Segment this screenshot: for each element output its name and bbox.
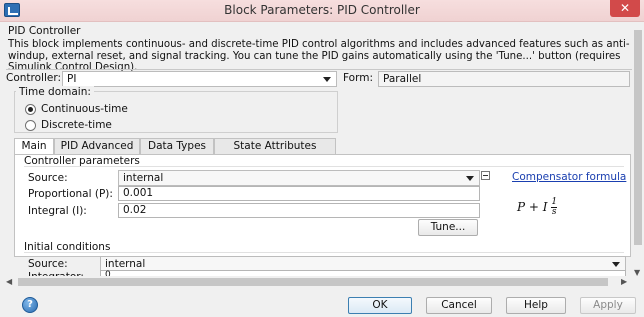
- discrete-time-label: Discrete-time: [41, 119, 112, 131]
- scroll-left-icon[interactable]: ◀: [6, 277, 12, 286]
- compensator-formula: P + I 1 s: [517, 197, 558, 217]
- horizontal-scrollbar[interactable]: ◀ ▶: [4, 276, 632, 288]
- source-label: Source:: [28, 172, 68, 184]
- formula-lhs: P + I: [517, 200, 548, 214]
- controller-parameters-divider: [24, 166, 624, 167]
- cancel-button[interactable]: Cancel: [426, 297, 492, 314]
- form-label: Form:: [343, 72, 373, 84]
- help-button[interactable]: Help: [506, 297, 566, 314]
- ic-source-value: internal: [105, 258, 146, 270]
- scroll-right-icon[interactable]: ▶: [621, 277, 627, 286]
- vertical-scrollbar[interactable]: ▼: [632, 25, 644, 277]
- formula-denominator: s: [551, 207, 558, 217]
- controller-select[interactable]: PI: [62, 71, 337, 87]
- vertical-scroll-thumb[interactable]: [634, 30, 642, 245]
- tab-state-attributes[interactable]: State Attributes: [214, 138, 336, 154]
- source-select[interactable]: internal: [118, 170, 480, 186]
- controller-label: Controller:: [6, 72, 62, 84]
- horizontal-scroll-thumb[interactable]: [18, 278, 608, 286]
- ok-button[interactable]: OK: [348, 297, 412, 314]
- tab-pid-advanced[interactable]: PID Advanced: [54, 138, 140, 154]
- continuous-time-radio[interactable]: [25, 104, 36, 115]
- chevron-down-icon: [323, 77, 331, 82]
- formula-fraction: 1 s: [551, 197, 558, 217]
- integral-label: Integral (I):: [28, 205, 87, 217]
- continuous-time-label: Continuous-time: [41, 103, 128, 115]
- proportional-label: Proportional (P):: [28, 188, 113, 200]
- chevron-down-icon: [466, 176, 474, 181]
- form-value: Parallel: [383, 73, 422, 85]
- tab-data-types[interactable]: Data Types: [140, 138, 214, 154]
- tune-button[interactable]: Tune...: [418, 219, 478, 236]
- initial-conditions-divider: [24, 252, 624, 253]
- header-divider: [6, 69, 632, 70]
- compensator-formula-link[interactable]: Compensator formula: [512, 171, 626, 183]
- chevron-down-icon: [612, 262, 620, 267]
- proportional-input[interactable]: 0.001: [118, 186, 480, 201]
- help-icon[interactable]: ?: [22, 297, 38, 313]
- form-select[interactable]: Parallel: [378, 71, 630, 87]
- controller-value: PI: [67, 73, 77, 85]
- time-domain-title: Time domain:: [16, 86, 94, 98]
- source-value: internal: [123, 172, 164, 184]
- block-name: PID Controller: [8, 25, 81, 37]
- tab-main[interactable]: Main: [14, 138, 54, 155]
- discrete-time-radio[interactable]: [25, 120, 36, 131]
- collapse-icon[interactable]: [481, 171, 490, 180]
- formula-numerator: 1: [551, 197, 558, 207]
- close-button[interactable]: ✕: [610, 0, 640, 17]
- scroll-down-icon[interactable]: ▼: [634, 268, 640, 277]
- ic-source-label: Source:: [28, 258, 68, 270]
- apply-button[interactable]: Apply: [580, 297, 636, 314]
- window-title: Block Parameters: PID Controller: [224, 3, 420, 17]
- integral-input[interactable]: 0.02: [118, 203, 480, 218]
- title-bar: Block Parameters: PID Controller ✕: [0, 0, 644, 22]
